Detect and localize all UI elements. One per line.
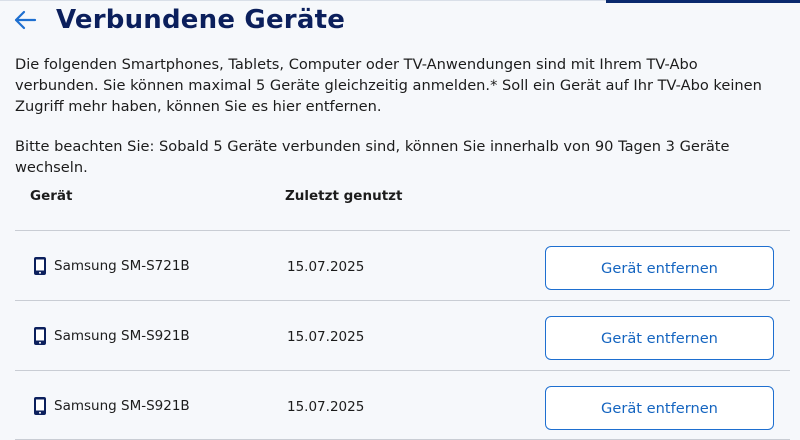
connected-devices-page: Verbundene Geräte Die folgenden Smartpho… — [0, 0, 800, 440]
arrow-left-icon — [14, 10, 37, 30]
device-cell: Samsung SM-S921B — [33, 396, 190, 416]
column-header-device: Gerät — [30, 188, 73, 204]
remove-device-button[interactable]: Gerät entfernen — [545, 386, 774, 430]
last-used-date: 15.07.2025 — [287, 259, 365, 275]
page-title: Verbundene Geräte — [56, 5, 346, 35]
device-table: Samsung SM-S721B 15.07.2025 Gerät entfer… — [15, 230, 790, 440]
smartphone-icon — [33, 326, 47, 346]
table-row: Samsung SM-S921B 15.07.2025 Gerät entfer… — [15, 370, 790, 440]
note-text: Bitte beachten Sie: Sobald 5 Geräte verb… — [15, 138, 730, 176]
smartphone-icon — [33, 396, 47, 416]
page-header: Verbundene Geräte — [12, 3, 345, 37]
table-header: Gerät Zuletzt genutzt — [15, 183, 790, 213]
remove-device-button[interactable]: Gerät entfernen — [545, 246, 774, 290]
table-row: Samsung SM-S921B 15.07.2025 Gerät entfer… — [15, 300, 790, 370]
smartphone-icon — [33, 256, 47, 276]
device-cell: Samsung SM-S921B — [33, 326, 190, 346]
top-accent-bar — [606, 0, 800, 3]
device-name: Samsung SM-S721B — [54, 258, 190, 274]
table-row: Samsung SM-S721B 15.07.2025 Gerät entfer… — [15, 230, 790, 300]
last-used-date: 15.07.2025 — [287, 399, 365, 415]
last-used-date: 15.07.2025 — [287, 329, 365, 345]
device-name: Samsung SM-S921B — [54, 328, 190, 344]
device-name: Samsung SM-S921B — [54, 398, 190, 414]
device-cell: Samsung SM-S721B — [33, 256, 190, 276]
column-header-last-used: Zuletzt genutzt — [285, 188, 403, 204]
intro-text: Die folgenden Smartphones, Tablets, Comp… — [15, 56, 762, 115]
remove-device-button[interactable]: Gerät entfernen — [545, 316, 774, 360]
back-button[interactable] — [12, 7, 38, 33]
